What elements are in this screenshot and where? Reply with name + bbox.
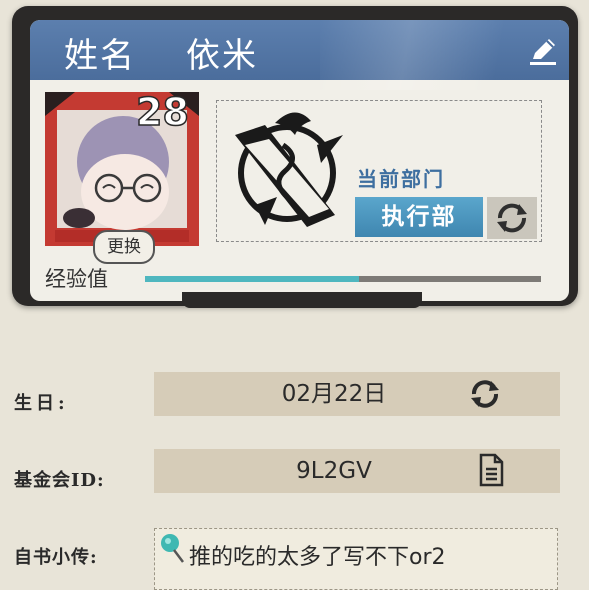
birthday-refresh-button[interactable] [467, 378, 503, 410]
pin-icon [161, 534, 184, 563]
card-bottom-tab [182, 292, 422, 308]
department-button[interactable]: 执行部 [355, 197, 483, 237]
exp-bar [145, 276, 541, 282]
foundation-id-label: 基金会ID: [14, 470, 105, 491]
level-number: 28 [135, 89, 189, 135]
refresh-icon [471, 380, 499, 408]
refresh-icon [497, 203, 527, 233]
birthday-field: 02月22日 [154, 372, 560, 416]
exp-bar-fill [145, 276, 359, 282]
profile-header: 姓名 依米 [30, 20, 569, 90]
bio-label: 自书小传: [14, 547, 98, 568]
department-emblem-icon [235, 112, 343, 227]
edit-name-button[interactable] [526, 34, 560, 68]
change-avatar-button[interactable]: 更换 [93, 230, 155, 264]
birthday-label: 生日: [14, 393, 69, 414]
pencil-icon [530, 39, 556, 65]
document-icon [479, 453, 504, 487]
foundation-id-field: 9L2GV [154, 449, 560, 493]
profile-card-inner: 姓名 依米 28 更换 当前部门 执行部 经验值 [30, 20, 569, 301]
department-title: 当前部门 [357, 167, 445, 191]
name-value: 依米 [186, 36, 258, 76]
name-label: 姓名 [64, 36, 136, 76]
bio-text: 推的吃的太多了写不下or2 [189, 545, 446, 570]
foundation-id-value: 9L2GV [296, 458, 372, 484]
profile-card: 姓名 依米 28 更换 当前部门 执行部 经验值 [12, 6, 578, 308]
department-swap-button[interactable] [487, 197, 537, 239]
birthday-value: 02月22日 [281, 381, 387, 407]
bio-field[interactable]: 推的吃的太多了写不下or2 [154, 528, 558, 590]
exp-label: 经验值 [45, 267, 108, 291]
copy-id-button[interactable] [476, 453, 506, 487]
header-shine [320, 20, 540, 90]
department-panel: 当前部门 执行部 [216, 100, 542, 242]
